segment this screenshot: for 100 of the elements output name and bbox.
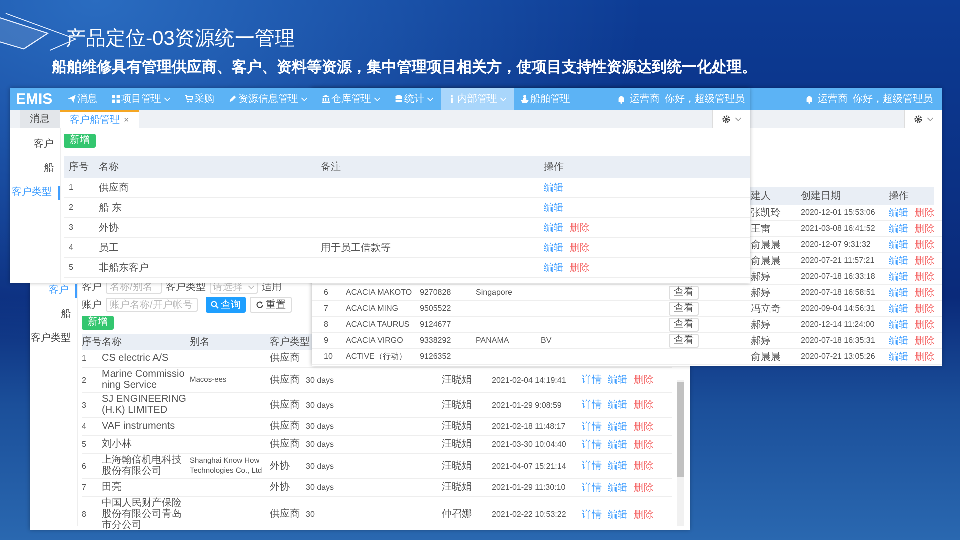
table-cell-text: 1 [69,183,74,192]
delete-link[interactable]: 删除 [915,334,935,348]
delete-link[interactable]: 删除 [915,206,935,220]
search-button[interactable]: 查询 [206,297,246,313]
delete-link[interactable]: 删除 [634,508,654,522]
tab[interactable]: 客户船管理 × [60,110,140,128]
delete-link[interactable]: 删除 [915,254,935,268]
delete-link[interactable]: 删除 [634,420,654,434]
caret-icon [500,96,507,102]
edit-link[interactable]: 编辑 [889,238,909,252]
delete-link[interactable]: 删除 [634,438,654,452]
delete-link[interactable]: 删除 [915,302,935,316]
table-cell-text: 郝婷 [751,270,772,284]
edit-link[interactable]: 编辑 [544,220,564,234]
edit-link[interactable]: 编辑 [889,350,909,364]
bell-icon[interactable] [617,94,626,104]
edit-link[interactable]: 编辑 [544,200,564,214]
ship-icon [520,95,529,103]
sidebar-item[interactable]: 船 [44,162,60,176]
slide-subtitle: 船舶维修具有管理供应商、客户、资料等资源，集中管理项目相关方，使项目支持性资源达到统一化处理。 [52,58,758,78]
delete-link[interactable]: 删除 [915,318,935,332]
sidebar-item[interactable]: 船 [61,308,77,322]
settings-button[interactable] [904,110,942,128]
table-cell-text: 3 [82,400,88,410]
menu-item[interactable]: 统计 [388,88,441,110]
view-button[interactable]: 查看 [669,302,699,316]
menu-item[interactable]: 内部管理 [440,88,514,110]
sidebar-item[interactable]: 客户类型 [31,332,77,346]
table-cell-text: 外协 [99,222,120,234]
edit-link[interactable]: 编辑 [889,254,909,268]
edit-link[interactable]: 编辑 [889,334,909,348]
table-cell: 9124677 [420,320,452,329]
edit-link[interactable]: 编辑 [889,302,909,316]
edit-link[interactable]: 编辑 [608,398,628,412]
edit-link[interactable]: 编辑 [889,206,909,220]
delete-link[interactable]: 删除 [915,238,935,252]
delete-link[interactable]: 删除 [915,286,935,300]
view-button[interactable]: 查看 [669,286,699,300]
column-header: 名称 [99,161,120,174]
delete-link[interactable]: 删除 [570,260,590,274]
details-link[interactable]: 详情 [582,480,602,494]
edit-link[interactable]: 编辑 [889,286,909,300]
edit-link[interactable]: 编辑 [544,180,564,194]
table-cell-text: 张凯玲 [751,206,782,220]
view-button[interactable]: 查看 [669,334,699,348]
table-cell-text: 上海翰倍机电科技股份有限公司 [102,455,183,477]
details-link[interactable]: 详情 [582,398,602,412]
caret-icon [248,284,255,290]
edit-link[interactable]: 编辑 [889,222,909,236]
edit-link[interactable]: 编辑 [608,480,628,494]
table-cell-text: 外协 [270,460,291,472]
details-link[interactable]: 详情 [582,420,602,434]
column-header: 名称 [102,336,123,349]
delete-link[interactable]: 删除 [634,459,654,473]
delete-link[interactable]: 删除 [915,350,935,364]
delete-link[interactable]: 删除 [915,270,935,284]
menu-item[interactable]: 消息 [60,88,105,110]
tab-close-button[interactable]: × [124,115,130,125]
menu-item[interactable]: 资源信息管理 [222,88,315,110]
sidebar-item[interactable]: 客户类型 [12,186,60,200]
edit-link[interactable]: 编辑 [608,508,628,522]
filter-input-field[interactable]: 账户名称/开户帐号 [106,298,198,312]
edit-link[interactable]: 编辑 [608,459,628,473]
bell-icon[interactable] [805,94,814,104]
table-cell: 2021-02-22 10:53:22 [492,510,566,519]
details-link[interactable]: 详情 [582,438,602,452]
delete-link[interactable]: 删除 [915,222,935,236]
edit-link[interactable]: 编辑 [608,438,628,452]
edit-link[interactable]: 编辑 [889,270,909,284]
edit-link[interactable]: 编辑 [544,260,564,274]
delete-link[interactable]: 删除 [570,240,590,254]
table-cell: ACACIA VIRGO [346,336,404,345]
table-cell-text: 2020-09-04 14:56:31 [801,304,876,313]
tab[interactable]: 消息 [20,110,60,128]
table-cell-text: SJ ENGINEERING(H.K) LIMITED [102,394,188,416]
edit-link[interactable]: 编辑 [608,420,628,434]
details-link[interactable]: 详情 [582,508,602,522]
scrollbar-thumb[interactable] [677,382,684,477]
sidebar-item[interactable]: 客户 [34,138,60,152]
edit-link[interactable]: 编辑 [889,318,909,332]
add-button[interactable]: 新增 [82,316,114,330]
table-cell: 30 days [306,422,334,431]
menu-item[interactable]: 船舶管理 [514,88,578,110]
reset-button[interactable]: 重置 [250,297,292,313]
view-button[interactable]: 查看 [669,318,699,332]
add-button[interactable]: 新增 [64,134,96,148]
menu-item[interactable]: 采购 [178,88,222,110]
edit-link[interactable]: 编辑 [544,240,564,254]
delete-link[interactable]: 删除 [570,220,590,234]
menu-item[interactable]: 仓库管理 [314,88,388,110]
edit-link[interactable]: 编辑 [608,373,628,387]
delete-link[interactable]: 删除 [634,398,654,412]
delete-link[interactable]: 删除 [634,373,654,387]
menu-item[interactable]: 项目管理 [104,88,178,110]
settings-button[interactable] [712,110,750,128]
table-cell: PANAMA [476,336,510,345]
details-link[interactable]: 详情 [582,459,602,473]
table-cell: 30 days [306,400,334,410]
delete-link[interactable]: 删除 [634,480,654,494]
details-link[interactable]: 详情 [582,373,602,387]
